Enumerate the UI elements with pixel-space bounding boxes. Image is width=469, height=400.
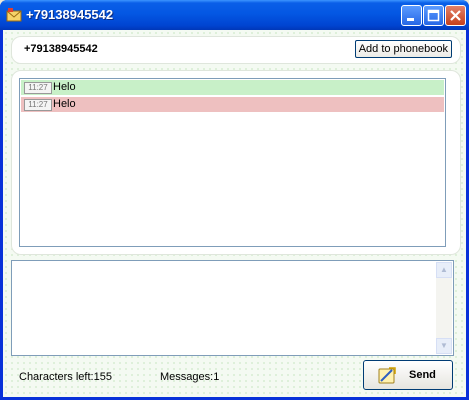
maximize-icon [427,9,440,22]
title-bar[interactable]: +79138945542 [0,0,469,30]
message-time: 11:27 [24,99,52,111]
minimize-icon [407,18,414,21]
messages-count-label: Messages:1 [160,371,220,383]
scroll-down-button[interactable]: ▼ [436,338,452,354]
message-time: 11:27 [24,82,52,94]
maximize-button[interactable] [423,5,444,26]
scroll-up-button[interactable]: ▲ [436,262,452,278]
message-input[interactable]: ▲ ▼ [11,260,454,356]
send-button[interactable]: Send [363,360,453,390]
close-button[interactable] [445,5,466,26]
message-text: Helo [53,98,76,110]
compose-scrollbar[interactable]: ▲ ▼ [436,262,452,354]
minimize-button[interactable] [401,5,422,26]
message-outgoing[interactable]: 11:27 Helo [21,97,444,112]
add-to-phonebook-button[interactable]: Add to phonebook [354,40,452,58]
app-window: +79138945542 +79138945542 Add to phonebo… [0,0,469,400]
message-list[interactable]: 11:27 Helo 11:27 Helo [19,78,446,247]
arrow-down-icon: ▼ [440,341,448,350]
message-incoming[interactable]: 11:27 Helo [21,80,444,95]
close-icon [450,10,461,21]
send-button-label: Send [409,369,436,381]
client-area: +79138945542 Add to phonebook 11:27 Helo… [3,30,466,397]
characters-left-label: Characters left:155 [19,371,112,383]
message-text: Helo [53,81,76,93]
window-title: +79138945542 [26,7,114,22]
conversation-panel: 11:27 Helo 11:27 Helo [11,70,461,255]
send-sms-icon [378,367,396,384]
contact-phone: +79138945542 [24,43,98,55]
envelope-icon [6,8,22,22]
contact-header: +79138945542 Add to phonebook [11,36,461,64]
arrow-up-icon: ▲ [440,265,448,274]
